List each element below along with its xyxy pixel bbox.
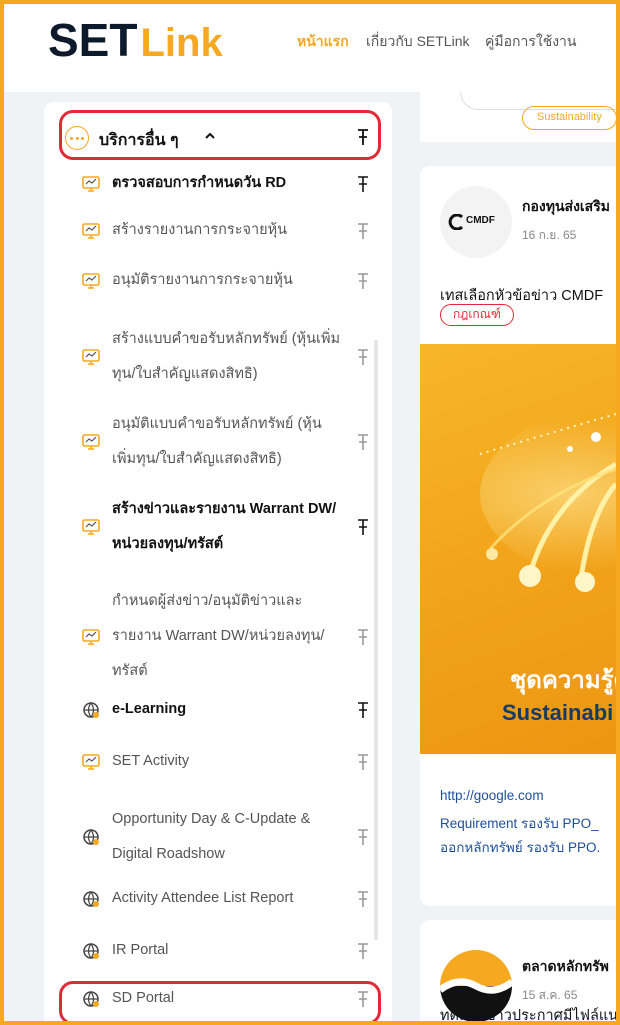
- sidebar-item-label: SET Activity: [112, 744, 352, 779]
- sidebar-item[interactable]: Opportunity Day & C-Update & Digital Road…: [60, 802, 380, 872]
- sidebar-item-label: e-Learning: [112, 692, 352, 727]
- pin-icon[interactable]: [355, 701, 371, 719]
- post-poster-image: ชุดความรู้ด Sustainabi: [420, 344, 616, 754]
- logo-main-text: SET: [48, 14, 138, 66]
- poster-light-rays: [479, 413, 616, 592]
- post-headline-2[interactable]: ทดสอบข่าวประกาศมีไฟล์แนบ: [440, 1004, 616, 1021]
- sidebar-item-label-line: สร้างรายงานการกระจายหุ้น: [112, 222, 288, 238]
- cmdf-logo-text: CMDF: [466, 215, 495, 226]
- logo-accent-text: Link: [140, 21, 223, 65]
- poster-title-en: Sustainabi: [502, 700, 614, 725]
- news-card-cmdf[interactable]: CMDF กองทุนส่งเสริม 16 ก.ย. 65 เทสเลือกห…: [420, 166, 616, 906]
- sidebar-item-label-line: ทุน/ใบสำคัญแสดงสิทธิ): [112, 366, 258, 382]
- sidebar-item-label: กำหนดผู้ส่งข่าว/อนุมัติข่าวและรายงาน War…: [112, 584, 352, 689]
- sidebar-item[interactable]: สร้างข่าวและรายงาน Warrant DW/หน่วยลงทุน…: [60, 492, 380, 562]
- nav-about[interactable]: เกี่ยวกับ SETLink: [366, 31, 470, 53]
- sidebar-item-label-line: อนุมัติแบบคำขอรับหลักทรัพย์ (หุ้น: [112, 416, 322, 432]
- chevron-up-icon[interactable]: [204, 130, 216, 142]
- post-date-2: 15 ส.ค. 65: [522, 988, 578, 1002]
- pin-icon[interactable]: [355, 890, 371, 908]
- pin-icon[interactable]: [355, 628, 371, 646]
- sidebar-item[interactable]: อนุมัติแบบคำขอรับหลักทรัพย์ (หุ้นเพิ่มทุ…: [60, 407, 380, 477]
- pin-icon[interactable]: [355, 175, 371, 193]
- sidebar-item-label-line: อนุมัติรายงานการกระจายหุ้น: [112, 272, 293, 288]
- sidebar-item[interactable]: IR Portal: [60, 933, 380, 968]
- sd-portal-highlight: [59, 981, 381, 1021]
- sidebar-item-label-line: Activity Attendee List Report: [112, 890, 294, 906]
- pin-icon[interactable]: [355, 942, 371, 960]
- sidebar-item-label-line: IR Portal: [112, 942, 169, 958]
- sidebar-item-label-line: สร้างแบบคำขอรับหลักทรัพย์ (หุ้นเพิ่ม: [112, 331, 341, 347]
- sidebar-item-label-line: เพิ่มทุน/ใบสำคัญแสดงสิทธิ): [112, 451, 282, 467]
- sidebar-item-label: Activity Attendee List Report: [112, 881, 352, 916]
- sidebar-item-label: ตรวจสอบการกำหนดวัน RD: [112, 166, 352, 201]
- sidebar-item[interactable]: กำหนดผู้ส่งข่าว/อนุมัติข่าวและรายงาน War…: [60, 584, 380, 689]
- pin-icon[interactable]: [355, 128, 371, 146]
- pin-icon[interactable]: [355, 433, 371, 451]
- filter-chip-sustainability[interactable]: Sustainability: [522, 106, 616, 130]
- pin-icon[interactable]: [355, 753, 371, 771]
- pin-icon[interactable]: [355, 272, 371, 290]
- pin-icon[interactable]: [355, 222, 371, 240]
- sidebar-item-label: สร้างรายงานการกระจายหุ้น: [112, 213, 352, 248]
- monitor-icon: [82, 348, 100, 366]
- pin-icon[interactable]: [355, 518, 371, 536]
- sidebar-item-label: อนุมัติแบบคำขอรับหลักทรัพย์ (หุ้นเพิ่มทุ…: [112, 407, 352, 477]
- monitor-icon: [82, 222, 100, 240]
- sidebar-item[interactable]: สร้างแบบคำขอรับหลักทรัพย์ (หุ้นเพิ่มทุน/…: [60, 322, 380, 392]
- sidebar-item-label-line: ตรวจสอบการกำหนดวัน RD: [112, 175, 287, 191]
- group-label-other-services[interactable]: บริการอื่น ๆ: [99, 128, 179, 153]
- sidebar-item-label-line: สร้างข่าวและรายงาน Warrant DW/: [112, 501, 337, 517]
- sidebar-item[interactable]: ตรวจสอบการกำหนดวัน RD: [60, 166, 380, 201]
- monitor-icon: [82, 518, 100, 536]
- monitor-icon: [82, 628, 100, 646]
- sidebar-item-label-line: Opportunity Day & C-Update &: [112, 811, 311, 827]
- sidebar-item-label-line: กำหนดผู้ส่งข่าว/อนุมัติข่าวและ: [112, 593, 303, 609]
- nav-manual[interactable]: คู่มือการใช้งาน: [485, 31, 576, 53]
- post-author-2: ตลาดหลักทรัพ: [522, 958, 609, 974]
- monitor-icon: [82, 175, 100, 193]
- cmdf-logo: CMDF: [440, 186, 512, 258]
- sidebar-item[interactable]: สร้างรายงานการกระจายหุ้น: [60, 213, 380, 248]
- app-frame: SETLink หน้าแรก เกี่ยวกับ SETLink คู่มือ…: [4, 4, 616, 1021]
- post-author: กองทุนส่งเสริม: [522, 198, 610, 214]
- post-link-google[interactable]: http://google.com: [440, 788, 544, 803]
- sidebar-item-label-line: รายงาน Warrant DW/หน่วยลงทุน/: [112, 628, 325, 644]
- cmdf-mark-icon: [448, 214, 464, 230]
- post-body-line-1: Requirement รองรับ PPO_: [440, 816, 599, 831]
- monitor-icon: [82, 272, 100, 290]
- post-body-line-2: ออกหลักทรัพย์ รองรับ PPO.: [440, 840, 601, 855]
- monitor-icon: [82, 433, 100, 451]
- globe-icon: [82, 828, 100, 846]
- sidebar-item-label: สร้างข่าวและรายงาน Warrant DW/หน่วยลงทุน…: [112, 492, 352, 562]
- more-dots-icon: [65, 126, 89, 150]
- sidebar-item-label-line: SET Activity: [112, 753, 190, 769]
- sidebar-item[interactable]: SET Activity: [60, 744, 380, 779]
- globe-icon: [82, 890, 100, 908]
- sidebar-item-label-line: Digital Roadshow: [112, 846, 225, 862]
- category-tag[interactable]: กฎเกณฑ์: [440, 304, 514, 326]
- sidebar-item[interactable]: อนุมัติรายงานการกระจายหุ้น: [60, 263, 380, 298]
- sidebar-item-label: อนุมัติรายงานการกระจายหุ้น: [112, 263, 352, 298]
- sidebar-item-label: สร้างแบบคำขอรับหลักทรัพย์ (หุ้นเพิ่มทุน/…: [112, 322, 352, 392]
- nav-home[interactable]: หน้าแรก: [297, 31, 349, 53]
- sidebar-item[interactable]: Activity Attendee List Report: [60, 881, 380, 916]
- globe-icon: [82, 701, 100, 719]
- post-date: 16 ก.ย. 65: [522, 228, 577, 242]
- pin-icon[interactable]: [355, 828, 371, 846]
- globe-icon: [82, 942, 100, 960]
- top-header: SETLink หน้าแรก เกี่ยวกับ SETLink คู่มือ…: [4, 4, 616, 92]
- sidebar-item-label-line: ทรัสต์: [112, 663, 148, 679]
- pin-icon[interactable]: [355, 348, 371, 366]
- sidebar-item[interactable]: e-Learning: [60, 692, 380, 727]
- sidebar-item-label: IR Portal: [112, 933, 352, 968]
- poster-title-th: ชุดความรู้ด: [510, 667, 616, 694]
- sidebar-item-label-line: หน่วยลงทุน/ทรัสต์: [112, 536, 224, 552]
- sidebar-item-label-line: e-Learning: [112, 701, 187, 717]
- monitor-icon: [82, 753, 100, 771]
- setlink-logo[interactable]: SETLink: [48, 10, 223, 73]
- sidebar-item-label: Opportunity Day & C-Update & Digital Road…: [112, 802, 352, 872]
